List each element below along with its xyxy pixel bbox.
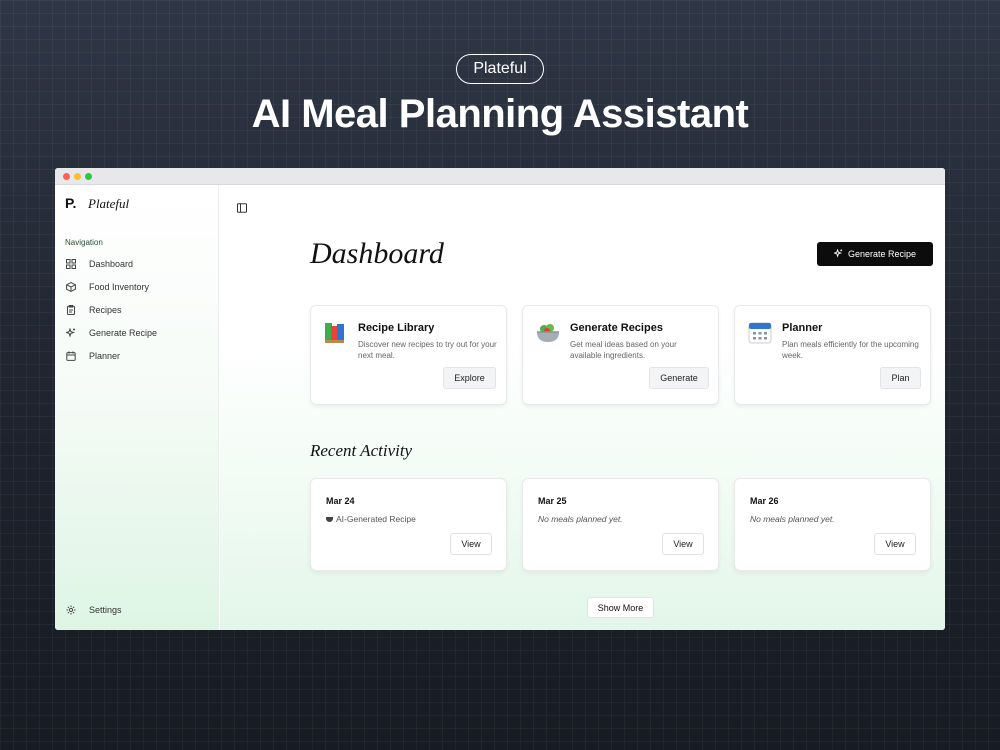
hero-title: AI Meal Planning Assistant xyxy=(251,92,749,136)
close-window-button[interactable] xyxy=(63,173,70,180)
window-titlebar xyxy=(55,168,945,185)
sidebar-item-label: Food Inventory xyxy=(89,282,150,292)
activity-date: Mar 24 xyxy=(326,496,355,506)
generate-button[interactable]: Generate xyxy=(649,367,709,389)
sidebar: P. Plateful Navigation Dashboard Food In… xyxy=(55,185,219,630)
generate-recipe-button[interactable]: Generate Recipe xyxy=(817,242,933,266)
planner-card: Planner Plan meals efficiently for the u… xyxy=(734,305,931,405)
main-content: Dashboard Generate Recipe Recipe Library… xyxy=(220,185,945,630)
box-icon xyxy=(65,281,77,293)
card-description: Discover new recipes to try out for your… xyxy=(358,340,497,360)
sidebar-item-settings[interactable]: Settings xyxy=(65,602,213,618)
books-icon xyxy=(323,320,349,346)
sidebar-item-recipes[interactable]: Recipes xyxy=(65,302,213,318)
grid-icon xyxy=(65,258,77,270)
card-title: Generate Recipes xyxy=(570,322,663,334)
activity-card: Mar 24 AI-Generated Recipe View xyxy=(310,478,507,571)
sidebar-item-food-inventory[interactable]: Food Inventory xyxy=(65,279,213,295)
sidebar-item-label: Settings xyxy=(89,605,122,615)
sidebar-item-label: Dashboard xyxy=(89,259,134,269)
recipe-library-card: Recipe Library Discover new recipes to t… xyxy=(310,305,507,405)
view-button[interactable]: View xyxy=(662,533,704,555)
clipboard-icon xyxy=(65,304,77,316)
activity-note-text: AI-Generated Recipe xyxy=(336,514,416,524)
app-window: P. Plateful Navigation Dashboard Food In… xyxy=(55,168,945,630)
salad-bowl-icon xyxy=(535,320,561,346)
activity-card: Mar 25 No meals planned yet. View xyxy=(522,478,719,571)
card-title: Recipe Library xyxy=(358,322,435,334)
view-button[interactable]: View xyxy=(450,533,492,555)
nav-heading: Navigation xyxy=(65,238,103,247)
brand-pill: Plateful xyxy=(456,54,544,84)
sidebar-item-label: Planner xyxy=(89,351,121,361)
plan-button[interactable]: Plan xyxy=(880,367,921,389)
gear-icon xyxy=(65,604,77,616)
explore-button[interactable]: Explore xyxy=(443,367,496,389)
sidebar-item-dashboard[interactable]: Dashboard xyxy=(65,256,213,272)
recent-activity-title: Recent Activity xyxy=(310,441,413,460)
brand-name: Plateful xyxy=(88,196,130,211)
brand-logo: P. xyxy=(65,195,77,211)
bowl-icon xyxy=(326,517,333,523)
activity-note: AI-Generated Recipe xyxy=(326,514,416,524)
generate-recipes-card: Generate Recipes Get meal ideas based on… xyxy=(522,305,719,405)
sidebar-toggle-icon[interactable] xyxy=(237,200,249,213)
card-description: Plan meals efficiently for the upcoming … xyxy=(782,340,919,360)
activity-note: No meals planned yet. xyxy=(750,514,835,524)
calendar-icon xyxy=(747,320,773,346)
show-more-button[interactable]: Show More xyxy=(587,597,654,618)
card-description: Get meal ideas based on your available i… xyxy=(570,340,677,360)
sidebar-item-label: Recipes xyxy=(89,305,122,315)
calendar-icon xyxy=(65,350,77,362)
activity-card: Mar 26 No meals planned yet. View xyxy=(734,478,931,571)
activity-date: Mar 25 xyxy=(538,496,567,506)
generate-recipe-label: Generate Recipe xyxy=(847,249,917,259)
view-button[interactable]: View xyxy=(874,533,916,555)
page-title: Dashboard xyxy=(310,237,444,270)
sidebar-item-planner[interactable]: Planner xyxy=(65,348,213,364)
sparkle-icon xyxy=(65,327,77,339)
minimize-window-button[interactable] xyxy=(74,173,81,180)
sparkle-icon xyxy=(833,248,843,260)
card-title: Planner xyxy=(782,322,823,334)
activity-date: Mar 26 xyxy=(750,496,779,506)
activity-note: No meals planned yet. xyxy=(538,514,623,524)
sidebar-item-label: Generate Recipe xyxy=(89,328,158,338)
sidebar-item-generate-recipe[interactable]: Generate Recipe xyxy=(65,325,213,341)
maximize-window-button[interactable] xyxy=(85,173,92,180)
